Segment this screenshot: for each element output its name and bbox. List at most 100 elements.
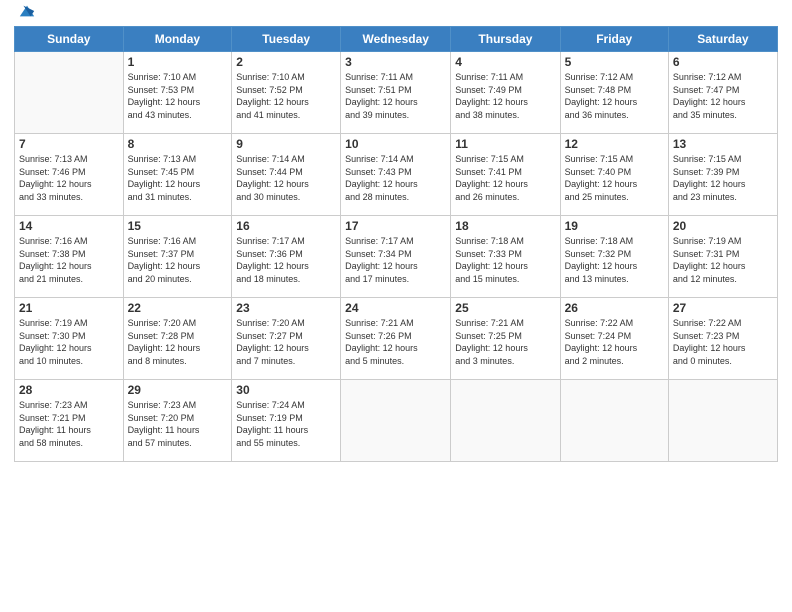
day-info: Sunrise: 7:14 AM Sunset: 7:44 PM Dayligh… (236, 153, 336, 203)
day-info: Sunrise: 7:20 AM Sunset: 7:27 PM Dayligh… (236, 317, 336, 367)
calendar-cell (341, 380, 451, 462)
calendar-cell (560, 380, 668, 462)
day-info: Sunrise: 7:18 AM Sunset: 7:32 PM Dayligh… (565, 235, 664, 285)
day-info: Sunrise: 7:12 AM Sunset: 7:47 PM Dayligh… (673, 71, 773, 121)
day-info: Sunrise: 7:10 AM Sunset: 7:52 PM Dayligh… (236, 71, 336, 121)
day-number: 28 (19, 383, 119, 397)
day-info: Sunrise: 7:20 AM Sunset: 7:28 PM Dayligh… (128, 317, 228, 367)
day-number: 14 (19, 219, 119, 233)
calendar-header-row: SundayMondayTuesdayWednesdayThursdayFrid… (15, 27, 778, 52)
day-number: 15 (128, 219, 228, 233)
calendar-cell: 20 Sunrise: 7:19 AM Sunset: 7:31 PM Dayli… (668, 216, 777, 298)
calendar-dow-thursday: Thursday (451, 27, 560, 52)
calendar-cell: 4Sunrise: 7:11 AM Sunset: 7:49 PM Daylig… (451, 52, 560, 134)
day-info: Sunrise: 7:15 AM Sunset: 7:41 PM Dayligh… (455, 153, 555, 203)
day-info: Sunrise: 7:19 AM Sunset: 7:31 PM Dayligh… (673, 235, 773, 285)
day-info: Sunrise: 7:15 AM Sunset: 7:40 PM Dayligh… (565, 153, 664, 203)
day-info: Sunrise: 7:22 AM Sunset: 7:23 PM Dayligh… (673, 317, 773, 367)
day-info: Sunrise: 7:17 AM Sunset: 7:34 PM Dayligh… (345, 235, 446, 285)
day-info: Sunrise: 7:11 AM Sunset: 7:49 PM Dayligh… (455, 71, 555, 121)
day-number: 20 (673, 219, 773, 233)
calendar-week-2: 7 Sunrise: 7:13 AM Sunset: 7:46 PM Daylig… (15, 134, 778, 216)
day-info: Sunrise: 7:13 AM Sunset: 7:46 PM Dayligh… (19, 153, 119, 203)
calendar-week-1: 1Sunrise: 7:10 AM Sunset: 7:53 PM Daylig… (15, 52, 778, 134)
day-number: 26 (565, 301, 664, 315)
day-number: 10 (345, 137, 446, 151)
calendar-cell: 11 Sunrise: 7:15 AM Sunset: 7:41 PM Dayli… (451, 134, 560, 216)
calendar-dow-friday: Friday (560, 27, 668, 52)
day-number: 19 (565, 219, 664, 233)
calendar-cell: 5Sunrise: 7:12 AM Sunset: 7:48 PM Daylig… (560, 52, 668, 134)
calendar-cell: 25 Sunrise: 7:21 AM Sunset: 7:25 PM Dayli… (451, 298, 560, 380)
calendar-cell: 24 Sunrise: 7:21 AM Sunset: 7:26 PM Dayli… (341, 298, 451, 380)
day-info: Sunrise: 7:21 AM Sunset: 7:26 PM Dayligh… (345, 317, 446, 367)
day-info: Sunrise: 7:15 AM Sunset: 7:39 PM Dayligh… (673, 153, 773, 203)
calendar-cell: 12 Sunrise: 7:15 AM Sunset: 7:40 PM Dayli… (560, 134, 668, 216)
calendar-cell (451, 380, 560, 462)
calendar-cell (15, 52, 124, 134)
calendar-cell: 13 Sunrise: 7:15 AM Sunset: 7:39 PM Dayli… (668, 134, 777, 216)
calendar-cell: 29 Sunrise: 7:23 AM Sunset: 7:20 PM Dayli… (123, 380, 232, 462)
day-number: 2 (236, 55, 336, 69)
day-number: 3 (345, 55, 446, 69)
day-info: Sunrise: 7:16 AM Sunset: 7:37 PM Dayligh… (128, 235, 228, 285)
calendar-table: SundayMondayTuesdayWednesdayThursdayFrid… (14, 26, 778, 462)
logo-icon (18, 2, 36, 20)
day-info: Sunrise: 7:23 AM Sunset: 7:20 PM Dayligh… (128, 399, 228, 449)
calendar-dow-tuesday: Tuesday (232, 27, 341, 52)
day-info: Sunrise: 7:10 AM Sunset: 7:53 PM Dayligh… (128, 71, 228, 121)
day-number: 8 (128, 137, 228, 151)
day-number: 12 (565, 137, 664, 151)
day-number: 16 (236, 219, 336, 233)
calendar-cell: 2 Sunrise: 7:10 AM Sunset: 7:52 PM Daylig… (232, 52, 341, 134)
day-info: Sunrise: 7:13 AM Sunset: 7:45 PM Dayligh… (128, 153, 228, 203)
calendar-cell: 14 Sunrise: 7:16 AM Sunset: 7:38 PM Dayli… (15, 216, 124, 298)
calendar-cell (668, 380, 777, 462)
calendar-dow-sunday: Sunday (15, 27, 124, 52)
day-number: 21 (19, 301, 119, 315)
calendar-cell: 16 Sunrise: 7:17 AM Sunset: 7:36 PM Dayli… (232, 216, 341, 298)
day-info: Sunrise: 7:11 AM Sunset: 7:51 PM Dayligh… (345, 71, 446, 121)
day-number: 29 (128, 383, 228, 397)
calendar-dow-saturday: Saturday (668, 27, 777, 52)
day-info: Sunrise: 7:21 AM Sunset: 7:25 PM Dayligh… (455, 317, 555, 367)
day-info: Sunrise: 7:19 AM Sunset: 7:30 PM Dayligh… (19, 317, 119, 367)
day-number: 17 (345, 219, 446, 233)
calendar-cell: 17 Sunrise: 7:17 AM Sunset: 7:34 PM Dayli… (341, 216, 451, 298)
calendar-cell: 10 Sunrise: 7:14 AM Sunset: 7:43 PM Dayli… (341, 134, 451, 216)
calendar-cell: 8 Sunrise: 7:13 AM Sunset: 7:45 PM Daylig… (123, 134, 232, 216)
calendar-cell: 21 Sunrise: 7:19 AM Sunset: 7:30 PM Dayli… (15, 298, 124, 380)
calendar-cell: 19 Sunrise: 7:18 AM Sunset: 7:32 PM Dayli… (560, 216, 668, 298)
day-number: 5 (565, 55, 664, 69)
day-number: 6 (673, 55, 773, 69)
day-info: Sunrise: 7:17 AM Sunset: 7:36 PM Dayligh… (236, 235, 336, 285)
calendar-cell: 15 Sunrise: 7:16 AM Sunset: 7:37 PM Dayli… (123, 216, 232, 298)
calendar-dow-monday: Monday (123, 27, 232, 52)
day-info: Sunrise: 7:23 AM Sunset: 7:21 PM Dayligh… (19, 399, 119, 449)
logo (14, 10, 36, 20)
day-number: 13 (673, 137, 773, 151)
day-info: Sunrise: 7:16 AM Sunset: 7:38 PM Dayligh… (19, 235, 119, 285)
calendar-cell: 7 Sunrise: 7:13 AM Sunset: 7:46 PM Daylig… (15, 134, 124, 216)
day-number: 27 (673, 301, 773, 315)
calendar-cell: 1Sunrise: 7:10 AM Sunset: 7:53 PM Daylig… (123, 52, 232, 134)
day-number: 25 (455, 301, 555, 315)
calendar-cell: 26Sunrise: 7:22 AM Sunset: 7:24 PM Dayli… (560, 298, 668, 380)
day-info: Sunrise: 7:14 AM Sunset: 7:43 PM Dayligh… (345, 153, 446, 203)
day-number: 11 (455, 137, 555, 151)
day-number: 7 (19, 137, 119, 151)
calendar-dow-wednesday: Wednesday (341, 27, 451, 52)
day-number: 24 (345, 301, 446, 315)
day-number: 23 (236, 301, 336, 315)
calendar-cell: 22 Sunrise: 7:20 AM Sunset: 7:28 PM Dayli… (123, 298, 232, 380)
calendar-cell: 27 Sunrise: 7:22 AM Sunset: 7:23 PM Dayli… (668, 298, 777, 380)
day-info: Sunrise: 7:24 AM Sunset: 7:19 PM Dayligh… (236, 399, 336, 449)
calendar-cell: 18Sunrise: 7:18 AM Sunset: 7:33 PM Dayli… (451, 216, 560, 298)
day-info: Sunrise: 7:18 AM Sunset: 7:33 PM Dayligh… (455, 235, 555, 285)
calendar-week-4: 21 Sunrise: 7:19 AM Sunset: 7:30 PM Dayli… (15, 298, 778, 380)
calendar-cell: 3 Sunrise: 7:11 AM Sunset: 7:51 PM Daylig… (341, 52, 451, 134)
calendar-cell: 30Sunrise: 7:24 AM Sunset: 7:19 PM Dayli… (232, 380, 341, 462)
calendar-week-5: 28 Sunrise: 7:23 AM Sunset: 7:21 PM Dayli… (15, 380, 778, 462)
calendar-cell: 23 Sunrise: 7:20 AM Sunset: 7:27 PM Dayli… (232, 298, 341, 380)
day-number: 22 (128, 301, 228, 315)
